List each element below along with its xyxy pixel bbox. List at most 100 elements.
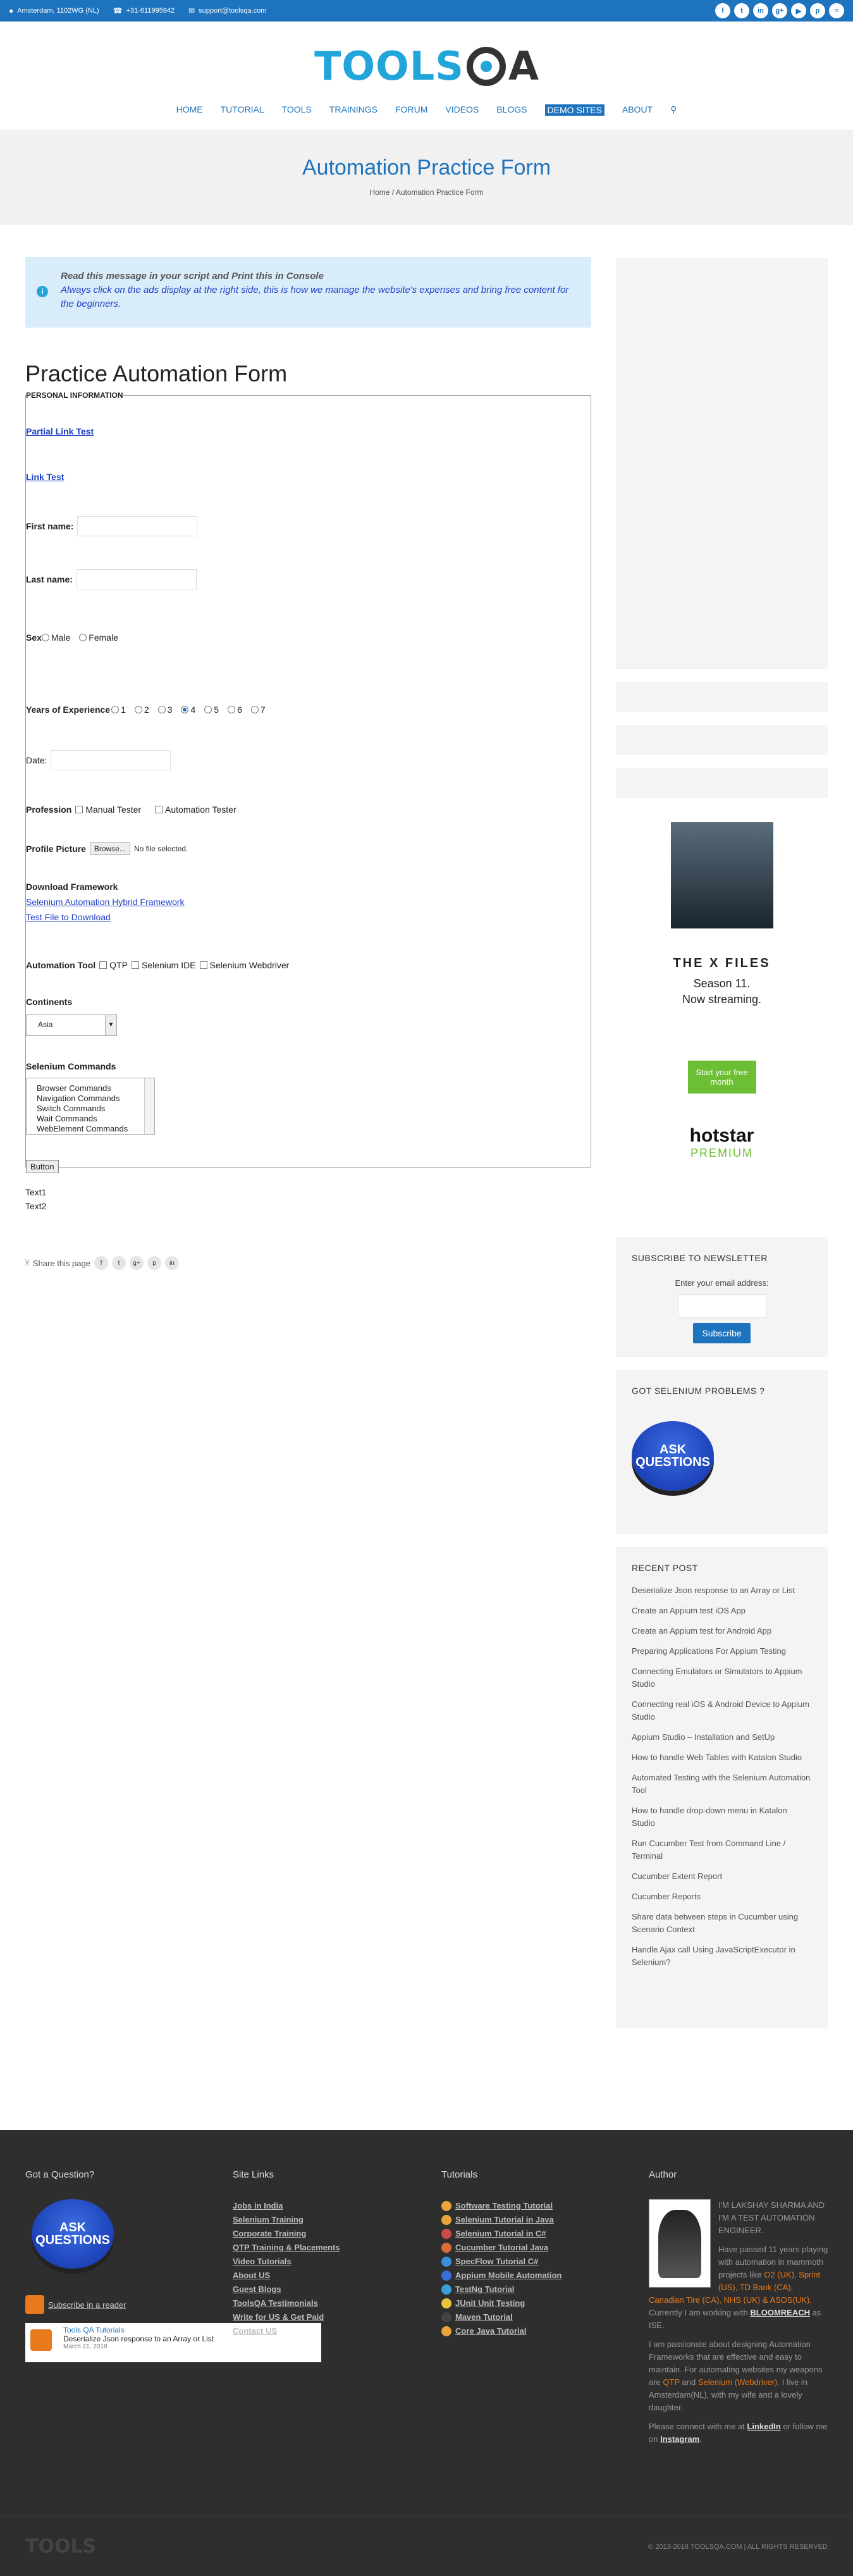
site-link[interactable]: Guest Blogs: [233, 2283, 410, 2296]
recent-post-link[interactable]: How to handle drop-down menu in Katalon …: [632, 1804, 812, 1830]
automation-tester-checkbox[interactable]: [155, 806, 163, 813]
tutorial-link[interactable]: Cucumber Tutorial Java: [441, 2241, 625, 2255]
newsletter-email-input[interactable]: [677, 1294, 766, 1318]
recent-post-link[interactable]: Connecting real iOS & Android Device to …: [632, 1698, 812, 1723]
advertisement-banner[interactable]: THE X FILES Season 11. Now streaming. St…: [616, 811, 828, 1222]
ask-questions-badge[interactable]: ASK QUESTIONS: [632, 1421, 714, 1491]
recent-post-link[interactable]: Appium Studio – Installation and SetUp: [632, 1731, 812, 1744]
breadcrumb-home[interactable]: Home: [369, 188, 390, 197]
exp-2-radio[interactable]: [134, 706, 142, 713]
site-logo[interactable]: TOOLS A: [0, 22, 853, 89]
exp-7-radio[interactable]: [250, 706, 259, 713]
rss-icon[interactable]: ≈: [829, 3, 844, 18]
google-plus-icon[interactable]: g+: [129, 1256, 144, 1270]
linkedin-link[interactable]: LinkedIn: [747, 2422, 780, 2431]
selenium-commands-list[interactable]: Browser Commands Navigation Commands Swi…: [26, 1078, 155, 1135]
selenium-ide-checkbox[interactable]: [131, 961, 139, 969]
twitter-icon[interactable]: t: [111, 1256, 126, 1270]
command-option[interactable]: Switch Commands: [37, 1104, 144, 1114]
email-item[interactable]: ✉ support@toolsqa.com: [188, 6, 266, 15]
nav-forum[interactable]: FORUM: [395, 104, 427, 116]
tutorial-link[interactable]: Core Java Tutorial: [441, 2324, 625, 2338]
recent-post-link[interactable]: Handle Ajax call Using JavaScriptExecuto…: [632, 1944, 812, 1969]
nav-demo-sites[interactable]: DEMO SITES: [544, 104, 604, 116]
command-option[interactable]: Browser Commands: [37, 1083, 144, 1094]
site-link[interactable]: About US: [233, 2269, 410, 2283]
recent-post-link[interactable]: Cucumber Extent Report: [632, 1870, 812, 1883]
sex-male-radio[interactable]: [41, 634, 49, 641]
google-plus-icon[interactable]: g+: [772, 3, 787, 18]
command-option[interactable]: WebElement Commands: [37, 1124, 144, 1134]
nav-home[interactable]: HOME: [176, 104, 203, 116]
download-test-file-link[interactable]: Test File to Download: [26, 912, 111, 922]
exp-1-radio[interactable]: [111, 706, 120, 713]
site-link[interactable]: Video Tutorials: [233, 2255, 410, 2269]
site-link[interactable]: Jobs in India: [233, 2199, 410, 2213]
recent-post-link[interactable]: Share data between steps in Cucumber usi…: [632, 1911, 812, 1936]
download-hybrid-framework-link[interactable]: Selenium Automation Hybrid Framework: [26, 897, 185, 907]
tutorial-link[interactable]: Maven Tutorial: [441, 2310, 625, 2324]
recent-post-link[interactable]: Deserialize Json response to an Array or…: [632, 1584, 812, 1597]
tutorial-link[interactable]: Software Testing Tutorial: [441, 2199, 625, 2213]
tutorial-link[interactable]: Selenium Tutorial in C#: [441, 2227, 625, 2241]
qtp-checkbox[interactable]: [99, 961, 107, 969]
form-button[interactable]: Button: [26, 1160, 59, 1173]
site-link[interactable]: Selenium Training: [233, 2213, 410, 2227]
instagram-link[interactable]: Instagram: [660, 2434, 699, 2444]
site-link[interactable]: ToolsQA Testimonials: [233, 2296, 410, 2310]
linkedin-icon[interactable]: in: [753, 3, 768, 18]
facebook-icon[interactable]: f: [715, 3, 730, 18]
command-option[interactable]: Wait Commands: [37, 1114, 144, 1124]
exp-3-radio[interactable]: [157, 706, 166, 713]
manual-tester-checkbox[interactable]: [75, 806, 83, 813]
twitter-icon[interactable]: t: [734, 3, 749, 18]
tutorial-link[interactable]: TestNg Tutorial: [441, 2283, 625, 2296]
tutorial-link[interactable]: JUnit Unit Testing: [441, 2296, 625, 2310]
search-icon[interactable]: ⚲: [670, 104, 677, 116]
pinterest-icon[interactable]: p: [810, 3, 825, 18]
nav-about[interactable]: ABOUT: [622, 104, 653, 116]
site-link[interactable]: Write for US & Get Paid: [233, 2310, 410, 2324]
last-name-input[interactable]: [76, 569, 197, 589]
linkedin-icon[interactable]: in: [164, 1256, 179, 1270]
exp-5-radio[interactable]: [204, 706, 212, 713]
subscribe-reader-link[interactable]: Subscribe in a reader: [25, 2295, 215, 2314]
browse-button[interactable]: Browse...: [89, 842, 130, 855]
recent-post-link[interactable]: Preparing Applications For Appium Testin…: [632, 1645, 812, 1658]
footer-logo[interactable]: TOOLS: [25, 2536, 96, 2558]
exp-4-radio[interactable]: [181, 706, 189, 713]
nav-blogs[interactable]: BLOGS: [496, 104, 527, 116]
link-test[interactable]: Link Test: [26, 472, 64, 482]
sex-female-radio[interactable]: [79, 634, 87, 641]
pinterest-icon[interactable]: p: [147, 1256, 161, 1270]
site-link[interactable]: Contact US: [233, 2324, 410, 2338]
continents-select[interactable]: Asia ▼: [26, 1014, 117, 1036]
nav-videos[interactable]: VIDEOS: [445, 104, 479, 116]
command-option[interactable]: Navigation Commands: [37, 1094, 144, 1104]
recent-post-link[interactable]: How to handle Web Tables with Katalon St…: [632, 1751, 812, 1764]
recent-post-link[interactable]: Automated Testing with the Selenium Auto…: [632, 1772, 812, 1797]
partial-link-test[interactable]: Partial Link Test: [26, 426, 94, 436]
date-input[interactable]: [51, 750, 171, 770]
first-name-input[interactable]: [77, 516, 198, 536]
tutorial-link[interactable]: Appium Mobile Automation: [441, 2269, 625, 2283]
chevron-down-icon[interactable]: ▼: [105, 1015, 116, 1035]
tutorial-link[interactable]: SpecFlow Tutorial C#: [441, 2255, 625, 2269]
nav-trainings[interactable]: TRAININGS: [329, 104, 377, 116]
recent-post-link[interactable]: Create an Appium test for Android App: [632, 1625, 812, 1637]
ad-cta-button[interactable]: Start your free month: [687, 1061, 756, 1094]
footer-ask-questions-badge[interactable]: ASK QUESTIONS: [32, 2199, 114, 2269]
nav-tutorial[interactable]: TUTORIAL: [221, 104, 264, 116]
nav-tools[interactable]: TOOLS: [282, 104, 312, 116]
site-link[interactable]: QTP Training & Placements: [233, 2241, 410, 2255]
tutorial-link[interactable]: Selenium Tutorial in Java: [441, 2213, 625, 2227]
recent-post-link[interactable]: Create an Appium test iOS App: [632, 1605, 812, 1617]
subscribe-button[interactable]: Subscribe: [693, 1323, 751, 1343]
recent-post-link[interactable]: Run Cucumber Test from Command Line / Te…: [632, 1837, 812, 1863]
phone-item[interactable]: ☎ +31-611995942: [113, 6, 175, 15]
exp-6-radio[interactable]: [228, 706, 236, 713]
site-link[interactable]: Corporate Training: [233, 2227, 410, 2241]
youtube-icon[interactable]: ▶: [791, 3, 806, 18]
listbox-scrollbar[interactable]: [144, 1078, 154, 1134]
recent-post-link[interactable]: Cucumber Reports: [632, 1890, 812, 1903]
